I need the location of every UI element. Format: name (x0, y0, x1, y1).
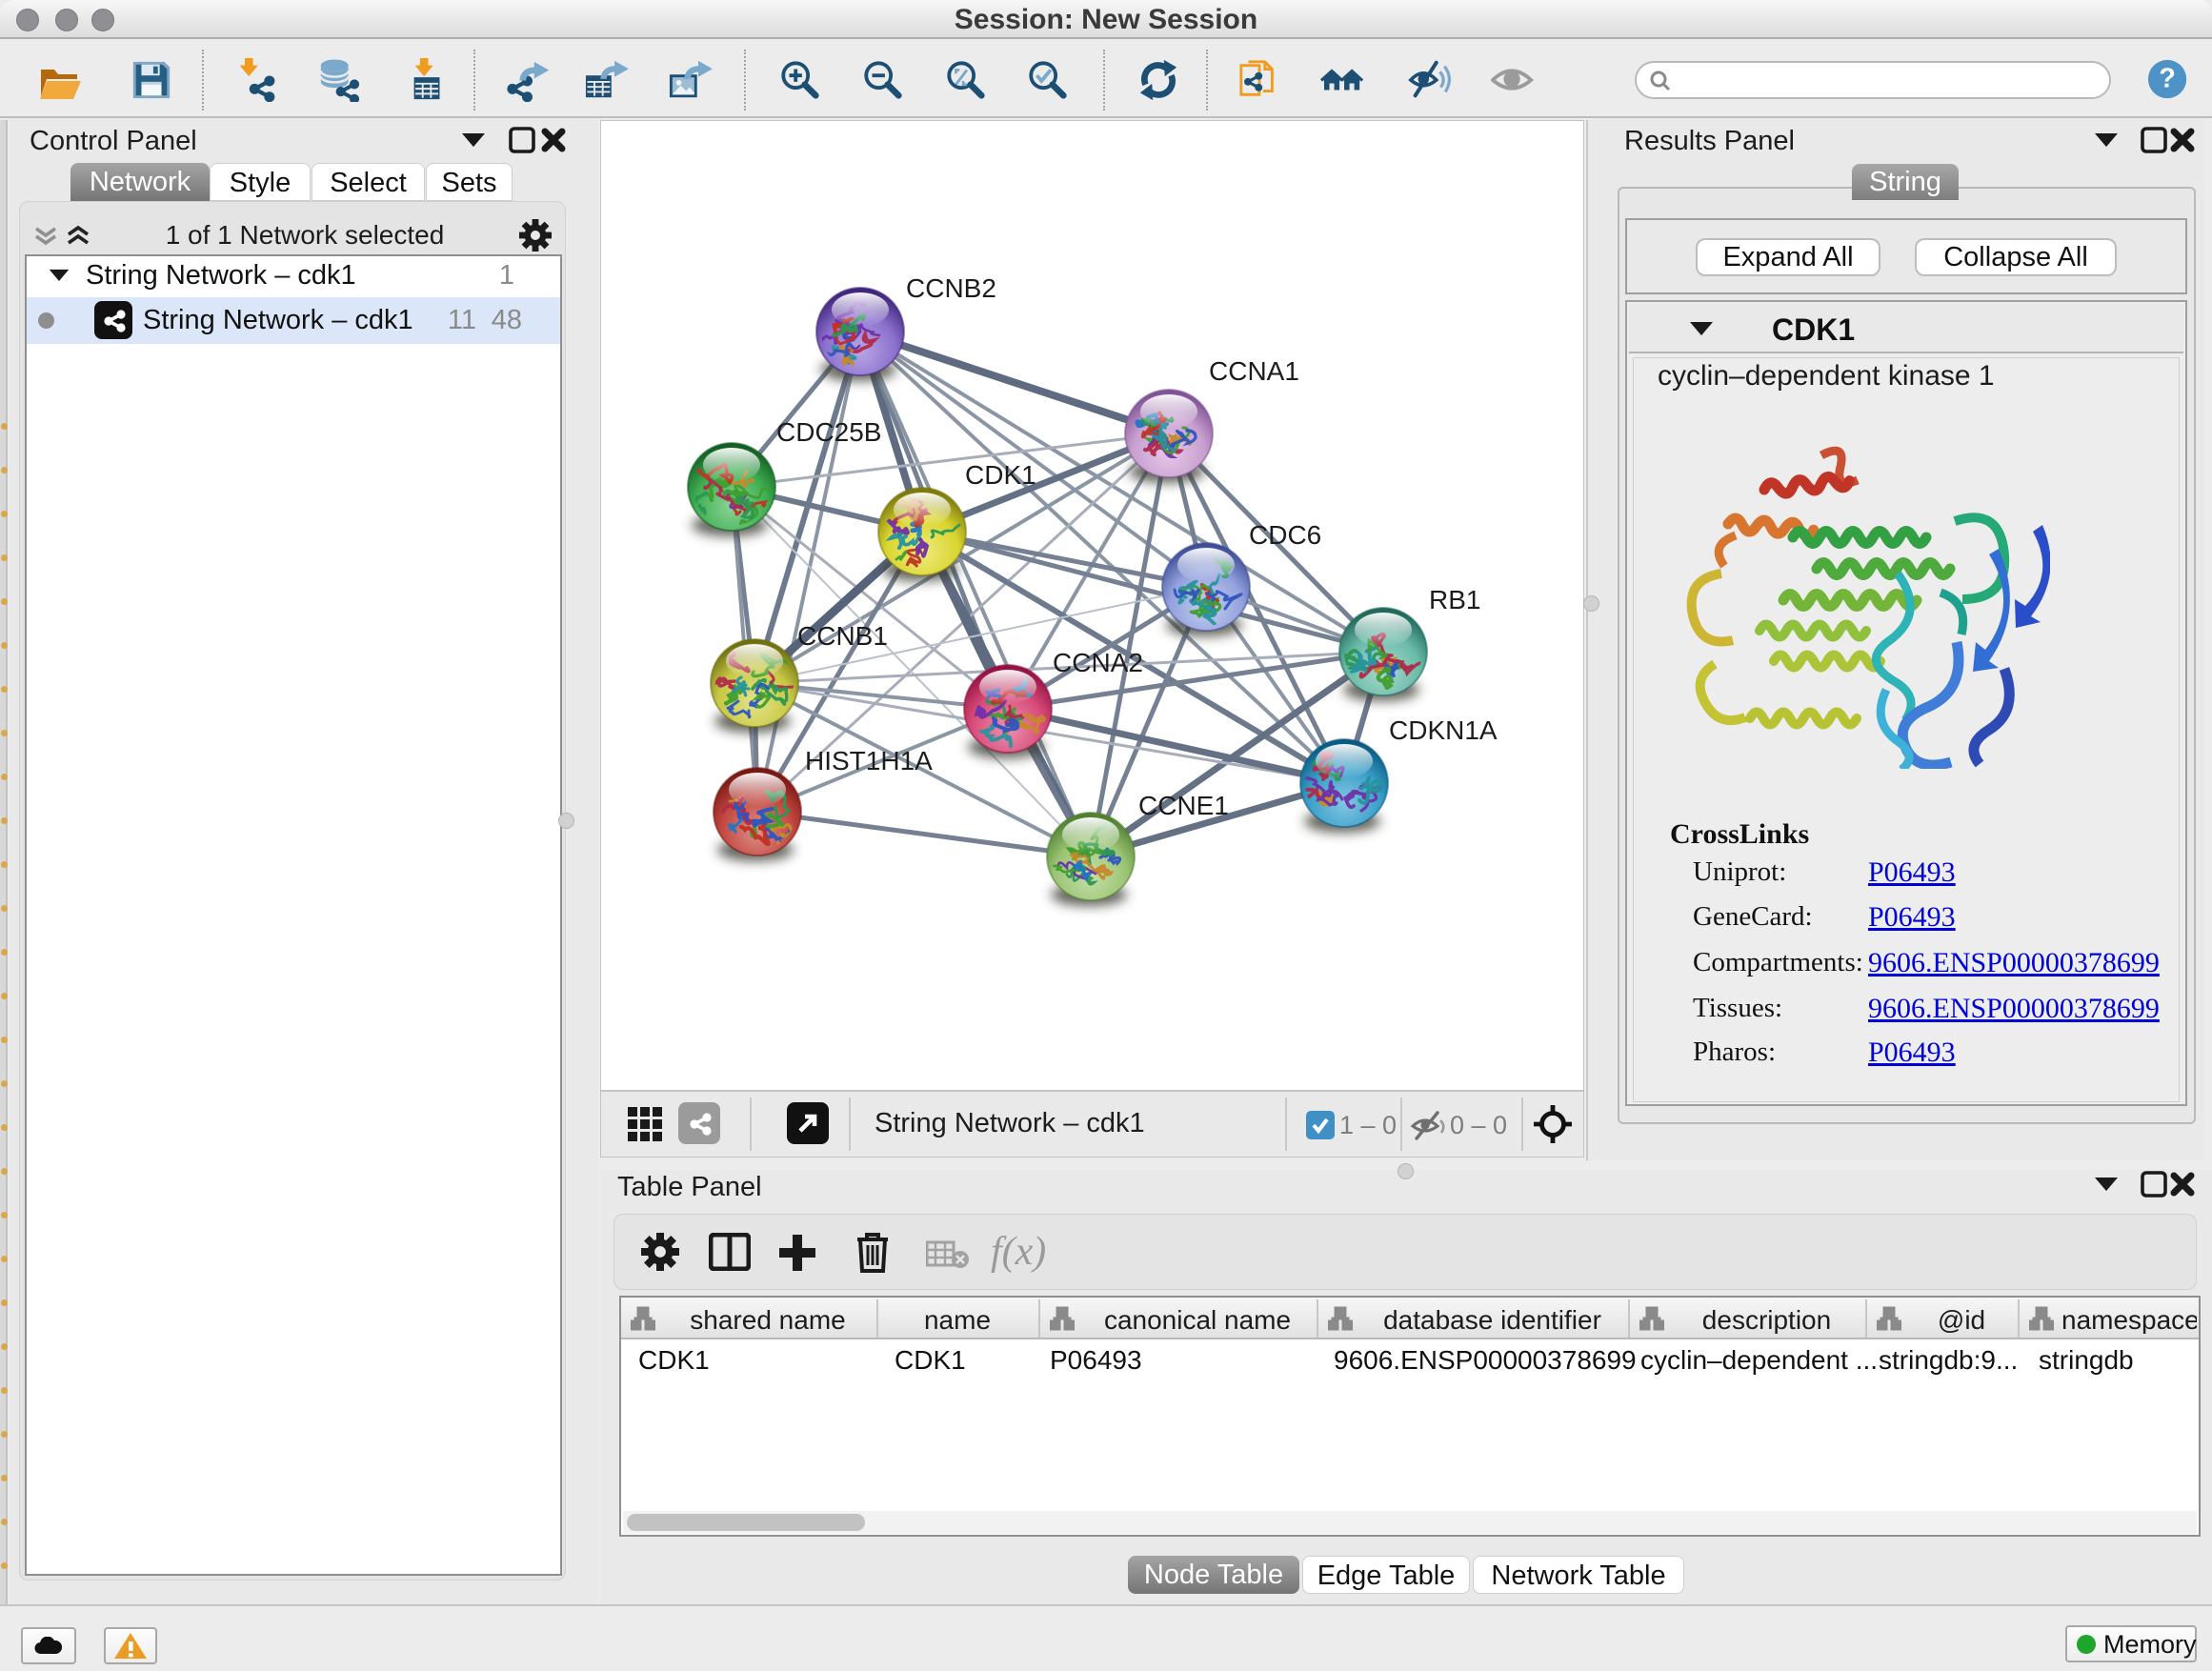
svg-text:CCNE1: CCNE1 (1138, 791, 1229, 820)
svg-text:CCNB2: CCNB2 (906, 273, 996, 303)
svg-text:CDK1: CDK1 (965, 460, 1036, 490)
svg-text:CCNA2: CCNA2 (1053, 648, 1143, 677)
svg-text:CCNA1: CCNA1 (1209, 356, 1299, 386)
svg-text:HIST1H1A: HIST1H1A (805, 746, 933, 775)
svg-text:CDKN1A: CDKN1A (1389, 715, 1498, 745)
svg-text:RB1: RB1 (1429, 585, 1480, 614)
svg-text:?: ? (2159, 64, 2176, 94)
svg-text:CCNB1: CCNB1 (797, 621, 888, 651)
svg-text:CDC6: CDC6 (1249, 520, 1321, 550)
svg-text:CDC25B: CDC25B (776, 417, 881, 447)
